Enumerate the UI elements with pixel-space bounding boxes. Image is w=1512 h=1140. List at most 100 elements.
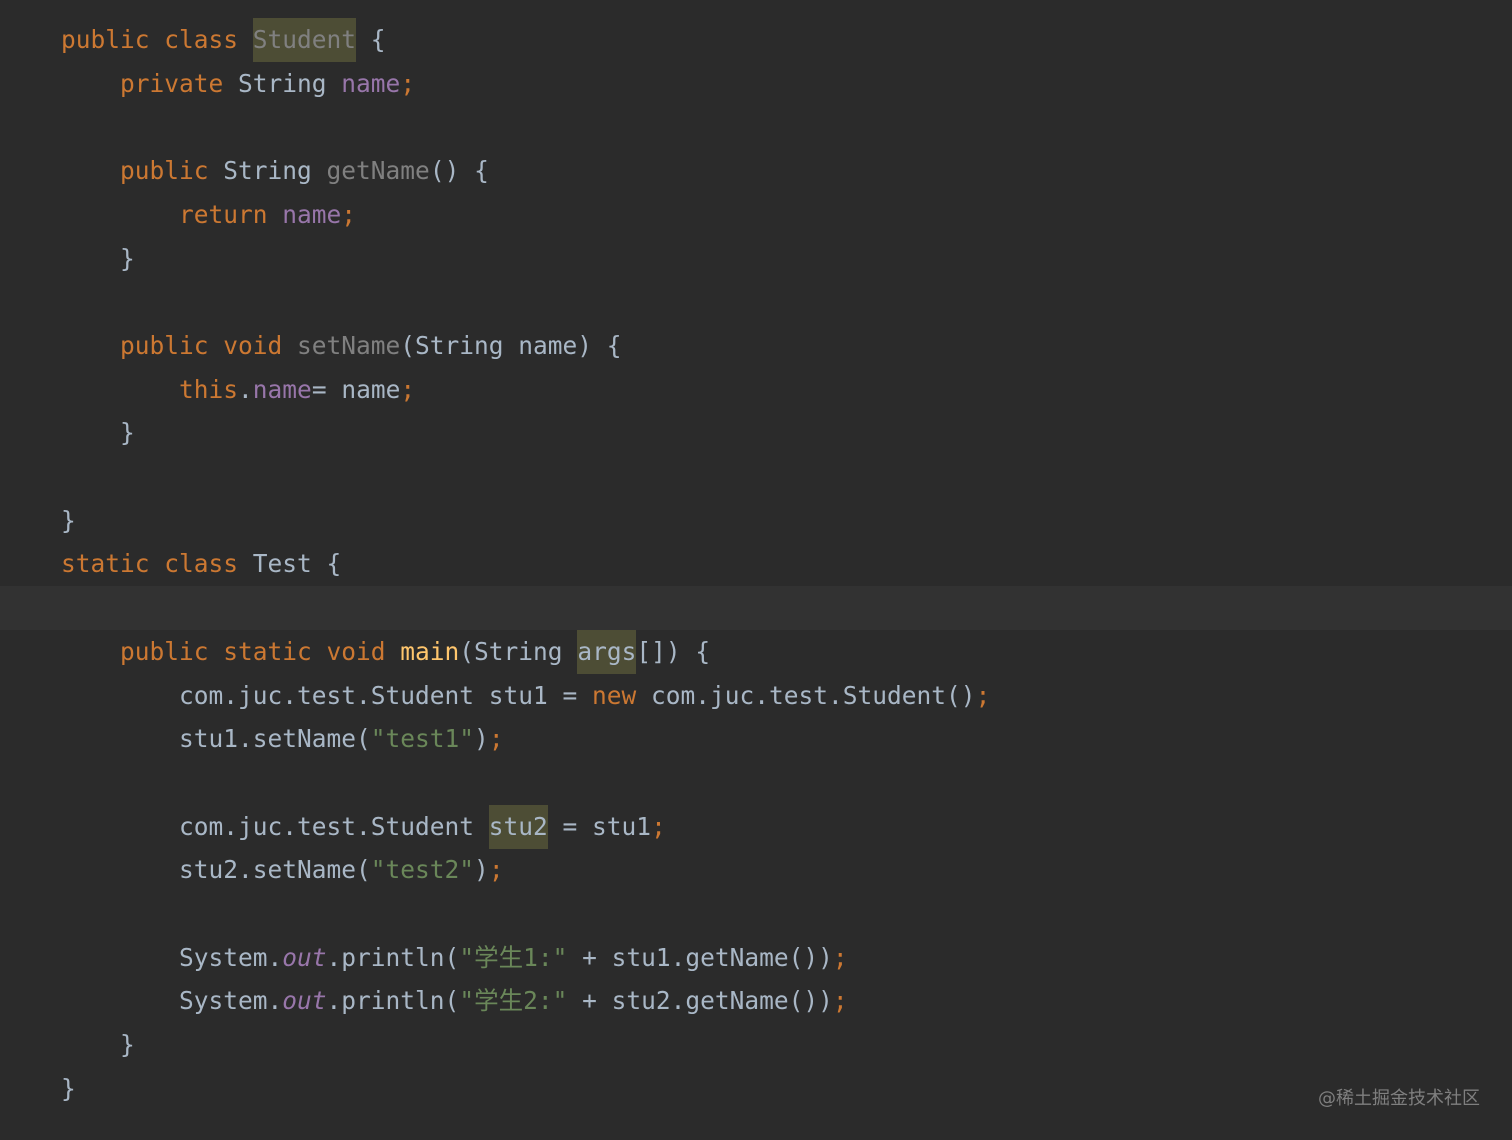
- code-token: }: [61, 243, 135, 273]
- code-line[interactable]: public void setName(String name) {: [0, 324, 1512, 368]
- code-token: Test {: [252, 549, 342, 579]
- code-token: new: [592, 680, 652, 710]
- code-line[interactable]: [0, 892, 1512, 936]
- watermark: @稀土掘金技术社区: [1318, 1088, 1480, 1109]
- code-token: out: [282, 942, 327, 972]
- line-content: com.juc.test.Student stu1 = new com.juc.…: [61, 674, 990, 718]
- code-token: "test1": [370, 724, 475, 754]
- code-token: public class: [61, 25, 253, 54]
- code-token: (String name) {: [400, 330, 622, 360]
- code-token: .: [238, 374, 253, 404]
- code-line[interactable]: com.juc.test.Student stu2 = stu1;: [0, 804, 1512, 849]
- line-content: public class Student {: [61, 18, 386, 62]
- line-content: }: [61, 237, 135, 281]
- code-line[interactable]: }: [0, 237, 1512, 281]
- code-token: ;: [488, 724, 504, 754]
- code-line[interactable]: [0, 105, 1512, 149]
- code-token: main: [400, 636, 460, 666]
- code-token: .println(: [326, 942, 460, 972]
- line-content: stu2.setName("test2");: [61, 848, 504, 892]
- code-line[interactable]: [0, 761, 1512, 805]
- code-token: .println(: [326, 986, 460, 1016]
- code-token: ;: [400, 68, 416, 98]
- code-token: name: [252, 374, 312, 404]
- code-token: ;: [488, 855, 504, 885]
- code-line[interactable]: }: [0, 1067, 1512, 1111]
- code-token: stu2: [488, 804, 548, 849]
- code-token: = name: [311, 374, 401, 404]
- line-content: public String getName() {: [61, 149, 489, 193]
- line-content: }: [61, 1023, 135, 1067]
- code-line[interactable]: [0, 455, 1512, 499]
- code-line[interactable]: }: [0, 411, 1512, 455]
- code-line[interactable]: private String name;: [0, 62, 1512, 106]
- line-content: com.juc.test.Student stu2 = stu1;: [61, 804, 666, 849]
- code-line[interactable]: this.name= name;: [0, 368, 1512, 412]
- code-line[interactable]: stu1.setName("test1");: [0, 717, 1512, 761]
- code-token: setName: [297, 330, 401, 360]
- code-token: name: [341, 68, 401, 98]
- code-line[interactable]: static class Test {: [0, 542, 1512, 586]
- code-token: System.: [179, 942, 283, 972]
- code-token: args: [577, 629, 637, 674]
- line-content: }: [61, 411, 135, 455]
- code-token: public void: [120, 330, 298, 360]
- code-token: com.juc.test.Student(): [651, 680, 976, 710]
- line-content: System.out.println("学生1:" + stu1.getName…: [61, 936, 848, 980]
- code-line[interactable]: [0, 280, 1512, 324]
- code-line[interactable]: public static void main(String args[]) {: [0, 629, 1512, 674]
- code-line[interactable]: stu2.setName("test2");: [0, 848, 1512, 892]
- code-line[interactable]: com.juc.test.Student stu1 = new com.juc.…: [0, 674, 1512, 718]
- code-token: com.juc.test.Student: [179, 811, 489, 841]
- line-content: this.name= name;: [61, 368, 415, 412]
- code-line[interactable]: }: [0, 499, 1512, 543]
- code-token: ;: [341, 199, 357, 229]
- code-token: this: [179, 374, 239, 404]
- code-token: String: [238, 68, 342, 98]
- code-token: ): [474, 855, 489, 885]
- code-token: public static void: [120, 636, 401, 666]
- code-token: com.juc.test.Student stu1 =: [179, 680, 593, 710]
- current-line[interactable]: [0, 586, 1512, 631]
- code-token: }: [61, 418, 135, 448]
- code-token: ): [474, 724, 489, 754]
- code-token: }: [61, 1030, 135, 1060]
- code-line[interactable]: System.out.println("学生2:" + stu2.getName…: [0, 979, 1512, 1023]
- code-token: = stu1: [547, 811, 652, 841]
- line-content: private String name;: [61, 62, 415, 106]
- code-token: ;: [832, 942, 848, 972]
- line-content: System.out.println("学生2:" + stu2.getName…: [61, 979, 848, 1023]
- line-content: }: [61, 499, 76, 543]
- code-token: name: [282, 199, 342, 229]
- code-token: static class: [61, 549, 253, 579]
- code-token: ;: [832, 986, 848, 1016]
- code-token: ;: [651, 811, 666, 841]
- code-line[interactable]: public String getName() {: [0, 149, 1512, 193]
- code-line[interactable]: }: [0, 1023, 1512, 1067]
- code-line[interactable]: public class Student {: [0, 18, 1512, 62]
- code-token: () {: [429, 156, 489, 186]
- line-content: public void setName(String name) {: [61, 324, 622, 368]
- code-token: String: [223, 156, 327, 186]
- code-token: out: [282, 986, 327, 1016]
- code-token: stu2.setName(: [179, 855, 371, 885]
- code-editor[interactable]: public class Student { private String na…: [0, 0, 1512, 1140]
- code-line[interactable]: System.out.println("学生1:" + stu1.getName…: [0, 936, 1512, 980]
- code-token: stu1.setName(: [179, 724, 371, 754]
- code-token: return: [179, 199, 283, 229]
- code-token: private: [120, 68, 239, 98]
- code-token: "学生1:": [459, 942, 568, 972]
- code-token: Student: [252, 18, 357, 62]
- code-line[interactable]: return name;: [0, 193, 1512, 237]
- code-token: System.: [179, 986, 283, 1016]
